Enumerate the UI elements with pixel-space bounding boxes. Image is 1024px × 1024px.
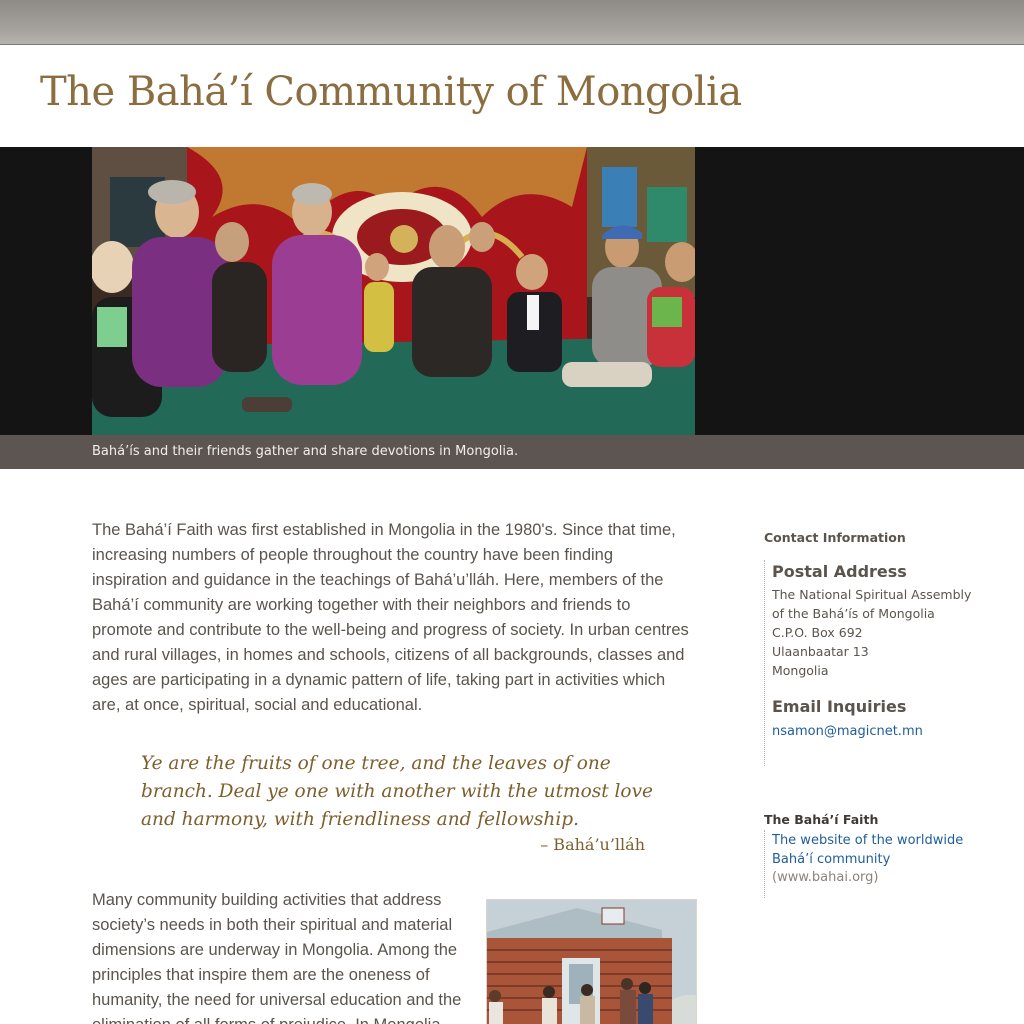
address-line: The National Spiritual Assembly: [772, 587, 972, 602]
quote-text: Ye are the fruits of one tree, and the l…: [141, 753, 653, 830]
quote-attribution: – Bahá’u’lláh: [540, 835, 645, 854]
address-line: C.P.O. Box 692: [772, 625, 863, 640]
cabin-photo: [486, 899, 697, 1024]
hero-photo: [92, 147, 695, 435]
site-title[interactable]: The Bahá’í Community of Mongolia: [40, 69, 742, 115]
contact-heading: Contact Information: [764, 530, 906, 545]
bahai-website-link[interactable]: The website of the worldwide Bahá’í comm…: [772, 831, 997, 869]
address-line: of the Bahá’ís of Mongolia: [772, 606, 935, 621]
email-inquiries-label: Email Inquiries: [772, 697, 907, 716]
bahai-faith-block: The website of the worldwide Bahá’í comm…: [764, 830, 1005, 898]
community-paragraph: Many community building activities that …: [92, 891, 462, 1024]
hero-caption: Bahá’ís and their friends gather and sha…: [92, 444, 519, 459]
intro-paragraph: The Bahá’í Faith was first established i…: [92, 521, 689, 714]
caption-bar: Bahá’ís and their friends gather and sha…: [0, 435, 1024, 469]
bahai-faith-heading: The Bahá’í Faith: [764, 812, 879, 827]
email-link[interactable]: nsamon@magicnet.mn: [772, 724, 923, 739]
site-header: The Bahá’í Community of Mongolia: [0, 45, 1024, 147]
address-line: Mongolia: [772, 663, 829, 678]
address-line: Ulaanbaatar 13: [772, 644, 869, 659]
contact-block: Postal Address The National Spiritual As…: [764, 560, 1005, 766]
postal-address-label: Postal Address: [772, 562, 907, 581]
top-bar: [0, 0, 1024, 45]
bahai-website-url: (www.bahai.org): [772, 870, 879, 885]
